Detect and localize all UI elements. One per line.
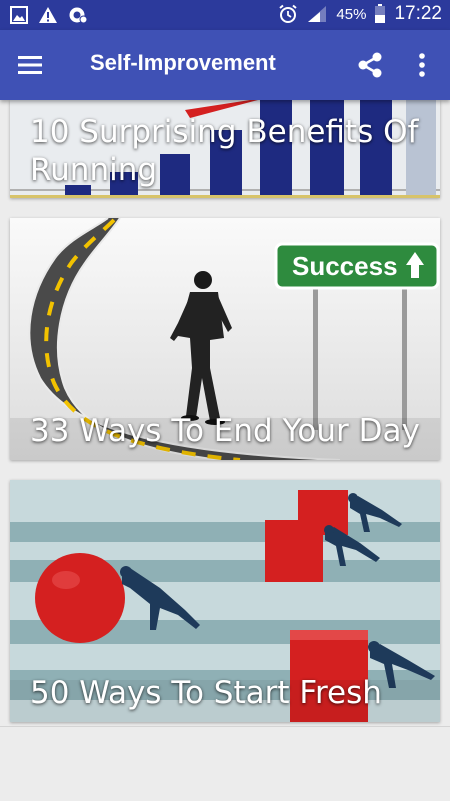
battery-percent: 45% — [336, 5, 367, 23]
article-card-start-fresh[interactable]: 50 Ways To Start Fresh — [10, 480, 440, 722]
hamburger-menu-icon[interactable] — [16, 52, 44, 78]
article-title: 33 Ways To End Your Day — [30, 413, 420, 449]
alarm-icon — [279, 4, 298, 23]
article-card-end-your-day[interactable]: Success 33 Ways To End Your Day — [10, 218, 440, 460]
bottom-empty-area — [0, 726, 450, 801]
success-sign-text: Success — [292, 251, 398, 281]
app-title: Self-Improvement — [90, 50, 276, 75]
app-bar: Self-Improvement — [0, 30, 450, 100]
more-vertical-icon[interactable] — [414, 52, 430, 78]
status-bar: 45% 17:22 — [0, 0, 450, 30]
share-icon[interactable] — [356, 51, 384, 79]
clock: 17:22 — [394, 3, 442, 24]
article-title: 10 Surprising Benefits Of Running — [30, 114, 419, 188]
article-feed[interactable]: 10 Surprising Benefits Of Running Succes… — [0, 100, 450, 726]
data-saver-icon — [69, 7, 88, 24]
warning-icon — [39, 7, 57, 23]
article-title: 50 Ways To Start Fresh — [30, 675, 382, 711]
battery-icon — [375, 4, 386, 23]
gallery-icon — [10, 6, 28, 24]
article-card-running[interactable]: 10 Surprising Benefits Of Running — [10, 100, 440, 198]
signal-icon — [308, 6, 327, 22]
